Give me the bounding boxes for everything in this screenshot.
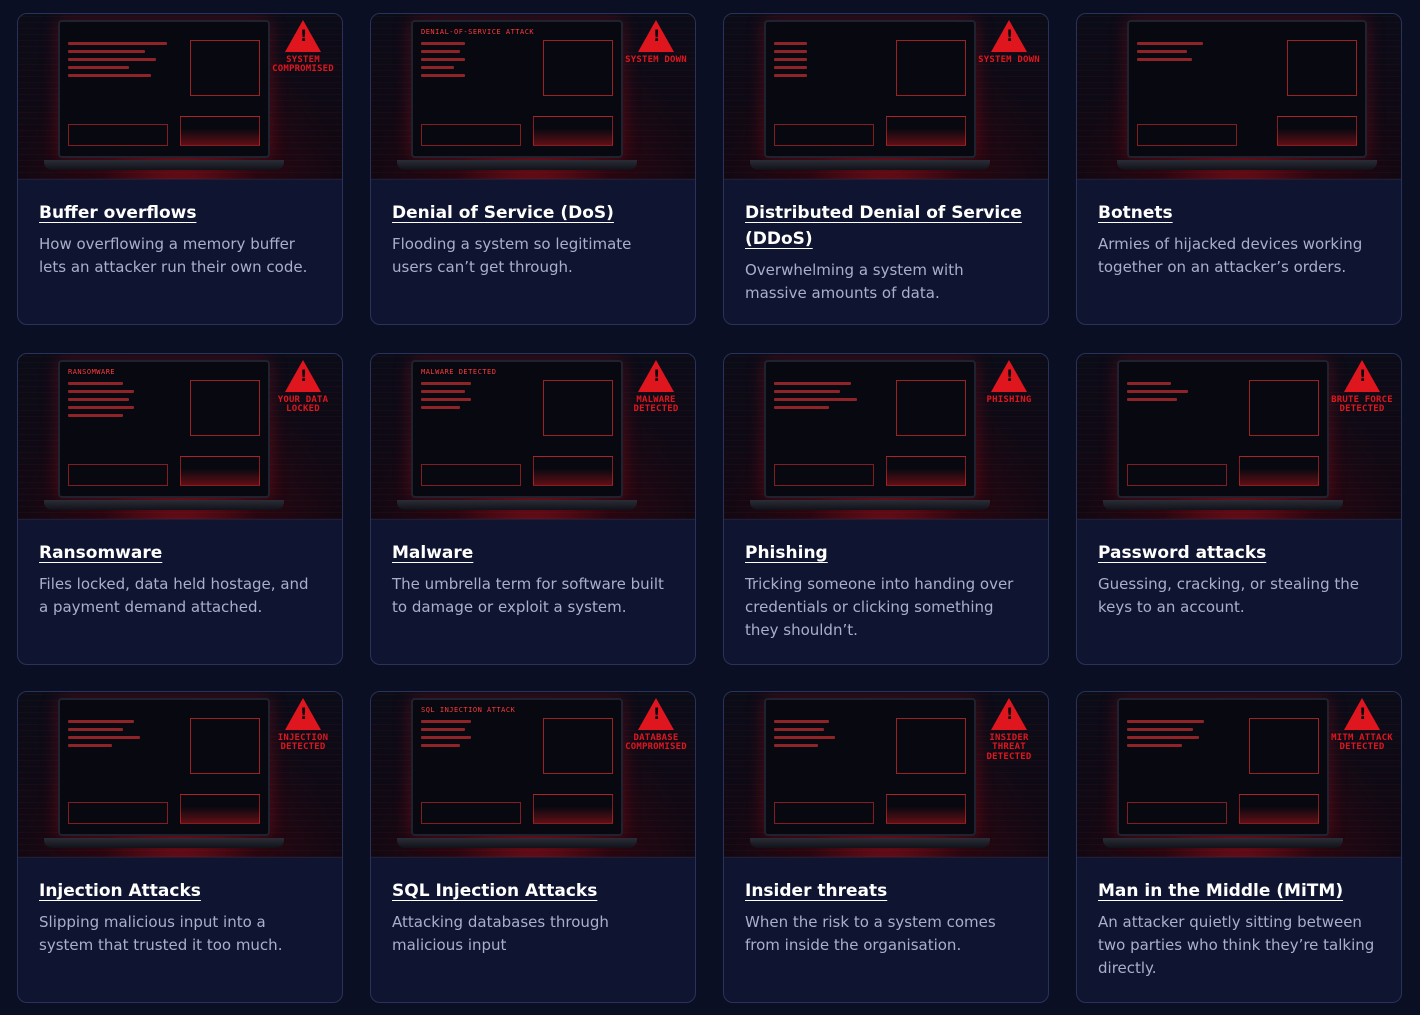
card-thumbnail: ! MITM ATTACK DETECTED — [1077, 692, 1401, 858]
card-title-link[interactable]: Phishing — [745, 543, 828, 563]
warning-triangle-icon: ! — [991, 20, 1027, 52]
warning-badge: ! DATABASE COMPROMISED — [625, 698, 687, 753]
card-thumbnail — [1077, 14, 1401, 180]
warning-triangle-icon: ! — [285, 698, 321, 730]
warning-triangle-icon: ! — [638, 698, 674, 730]
warning-text: PHISHING — [986, 395, 1032, 405]
card-ransomware[interactable]: RANSOMWARE ! YOUR DATA LOCKED Ransomware… — [17, 353, 343, 665]
warning-text: SYSTEM DOWN — [625, 55, 687, 65]
warning-text: YOUR DATA LOCKED — [277, 395, 329, 415]
warning-triangle-icon: ! — [991, 360, 1027, 392]
card-thumbnail: ! INJECTION DETECTED — [18, 692, 342, 858]
warning-badge: ! YOUR DATA LOCKED — [272, 360, 334, 415]
card-description: Armies of hijacked devices working toget… — [1098, 235, 1363, 276]
warning-triangle-icon: ! — [285, 20, 321, 52]
warning-badge: ! SYSTEM DOWN — [978, 20, 1040, 65]
card-thumbnail: ! SYSTEM COMPROMISED — [18, 14, 342, 180]
card-title-link[interactable]: Buffer overflows — [39, 203, 196, 223]
card-sql-injection[interactable]: SQL INJECTION ATTACK ! DATABASE COMPROMI… — [370, 691, 696, 1003]
warning-triangle-icon: ! — [991, 698, 1027, 730]
laptop-screen-image — [1127, 20, 1367, 158]
warning-text: DATABASE COMPROMISED — [625, 733, 687, 753]
card-description: Slipping malicious input into a system t… — [39, 913, 283, 954]
card-description: Flooding a system so legitimate users ca… — [392, 235, 632, 276]
warning-badge: ! MALWARE DETECTED — [625, 360, 687, 415]
warning-text: INSIDER THREAT DETECTED — [986, 733, 1032, 762]
card-description: The umbrella term for software built to … — [392, 575, 664, 616]
laptop-screen-image — [764, 360, 976, 498]
warning-triangle-icon: ! — [285, 360, 321, 392]
card-description: Tricking someone into handing over crede… — [745, 575, 1014, 639]
card-malware[interactable]: MALWARE DETECTED ! MALWARE DETECTED Malw… — [370, 353, 696, 665]
card-title-link[interactable]: Insider threats — [745, 881, 887, 901]
card-thumbnail: ! SYSTEM DOWN — [724, 14, 1048, 180]
card-man-in-the-middle[interactable]: ! MITM ATTACK DETECTED Man in the Middle… — [1076, 691, 1402, 1003]
card-thumbnail: DENIAL-OF-SERVICE ATTACK ! SYSTEM DOWN — [371, 14, 695, 180]
card-description: Files locked, data held hostage, and a p… — [39, 575, 309, 616]
laptop-screen-image — [764, 20, 976, 158]
warning-triangle-icon: ! — [1344, 360, 1380, 392]
warning-badge: ! MITM ATTACK DETECTED — [1331, 698, 1393, 753]
card-description: How overflowing a memory buffer lets an … — [39, 235, 308, 276]
card-description: Overwhelming a system with massive amoun… — [745, 261, 964, 302]
card-thumbnail: ! INSIDER THREAT DETECTED — [724, 692, 1048, 858]
warning-badge: ! INJECTION DETECTED — [272, 698, 334, 753]
screen-label: SQL INJECTION ATTACK — [421, 706, 516, 714]
card-thumbnail: ! BRUTE FORCE DETECTED — [1077, 354, 1401, 520]
card-description: Guessing, cracking, or stealing the keys… — [1098, 575, 1359, 616]
warning-triangle-icon: ! — [638, 20, 674, 52]
card-thumbnail: RANSOMWARE ! YOUR DATA LOCKED — [18, 354, 342, 520]
attack-card-grid: ! SYSTEM COMPROMISED Buffer overflows Ho… — [0, 0, 1420, 1015]
card-botnets[interactable]: Botnets Armies of hijacked devices worki… — [1076, 13, 1402, 325]
laptop-screen-image — [1117, 360, 1329, 498]
laptop-screen-image: DENIAL-OF-SERVICE ATTACK — [411, 20, 623, 158]
warning-badge: ! BRUTE FORCE DETECTED — [1331, 360, 1393, 415]
card-title-link[interactable]: Malware — [392, 543, 473, 563]
laptop-screen-image: SQL INJECTION ATTACK — [411, 698, 623, 836]
warning-text: SYSTEM COMPROMISED — [272, 55, 334, 75]
card-description: Attacking databases through malicious in… — [392, 913, 609, 954]
laptop-screen-image — [1117, 698, 1329, 836]
card-injection-attacks[interactable]: ! INJECTION DETECTED Injection Attacks S… — [17, 691, 343, 1003]
warning-text: INJECTION DETECTED — [277, 733, 329, 753]
card-ddos[interactable]: ! SYSTEM DOWN Distributed Denial of Serv… — [723, 13, 1049, 325]
laptop-screen-image: MALWARE DETECTED — [411, 360, 623, 498]
card-title-link[interactable]: Distributed Denial of Service (DDoS) — [745, 203, 1022, 249]
card-title-link[interactable]: Botnets — [1098, 203, 1173, 223]
screen-label: MALWARE DETECTED — [421, 368, 497, 376]
card-thumbnail: ! PHISHING — [724, 354, 1048, 520]
card-buffer-overflows[interactable]: ! SYSTEM COMPROMISED Buffer overflows Ho… — [17, 13, 343, 325]
card-title-link[interactable]: Injection Attacks — [39, 881, 201, 901]
card-denial-of-service[interactable]: DENIAL-OF-SERVICE ATTACK ! SYSTEM DOWN D… — [370, 13, 696, 325]
warning-text: SYSTEM DOWN — [978, 55, 1040, 65]
warning-badge: ! PHISHING — [978, 360, 1040, 405]
card-insider-threats[interactable]: ! INSIDER THREAT DETECTED Insider threat… — [723, 691, 1049, 1003]
card-title-link[interactable]: Denial of Service (DoS) — [392, 203, 614, 223]
warning-text: BRUTE FORCE DETECTED — [1331, 395, 1393, 415]
laptop-screen-image — [764, 698, 976, 836]
screen-label: RANSOMWARE — [68, 368, 116, 376]
card-password-attacks[interactable]: ! BRUTE FORCE DETECTED Password attacks … — [1076, 353, 1402, 665]
screen-label: DENIAL-OF-SERVICE ATTACK — [421, 28, 535, 36]
warning-text: MITM ATTACK DETECTED — [1331, 733, 1393, 753]
warning-badge: ! SYSTEM DOWN — [625, 20, 687, 65]
laptop-screen-image: RANSOMWARE — [58, 360, 270, 498]
card-description: An attacker quietly sitting between two … — [1098, 913, 1375, 977]
card-phishing[interactable]: ! PHISHING Phishing Tricking someone int… — [723, 353, 1049, 665]
warning-triangle-icon: ! — [1344, 698, 1380, 730]
card-title-link[interactable]: Ransomware — [39, 543, 162, 563]
laptop-screen-image — [58, 20, 270, 158]
warning-badge: ! INSIDER THREAT DETECTED — [978, 698, 1040, 762]
card-thumbnail: SQL INJECTION ATTACK ! DATABASE COMPROMI… — [371, 692, 695, 858]
warning-badge: ! SYSTEM COMPROMISED — [272, 20, 334, 75]
card-title-link[interactable]: SQL Injection Attacks — [392, 881, 597, 901]
card-title-link[interactable]: Man in the Middle (MiTM) — [1098, 881, 1343, 901]
card-description: When the risk to a system comes from ins… — [745, 913, 996, 954]
warning-triangle-icon: ! — [638, 360, 674, 392]
warning-text: MALWARE DETECTED — [633, 395, 679, 415]
laptop-screen-image — [58, 698, 270, 836]
card-title-link[interactable]: Password attacks — [1098, 543, 1266, 563]
card-thumbnail: MALWARE DETECTED ! MALWARE DETECTED — [371, 354, 695, 520]
